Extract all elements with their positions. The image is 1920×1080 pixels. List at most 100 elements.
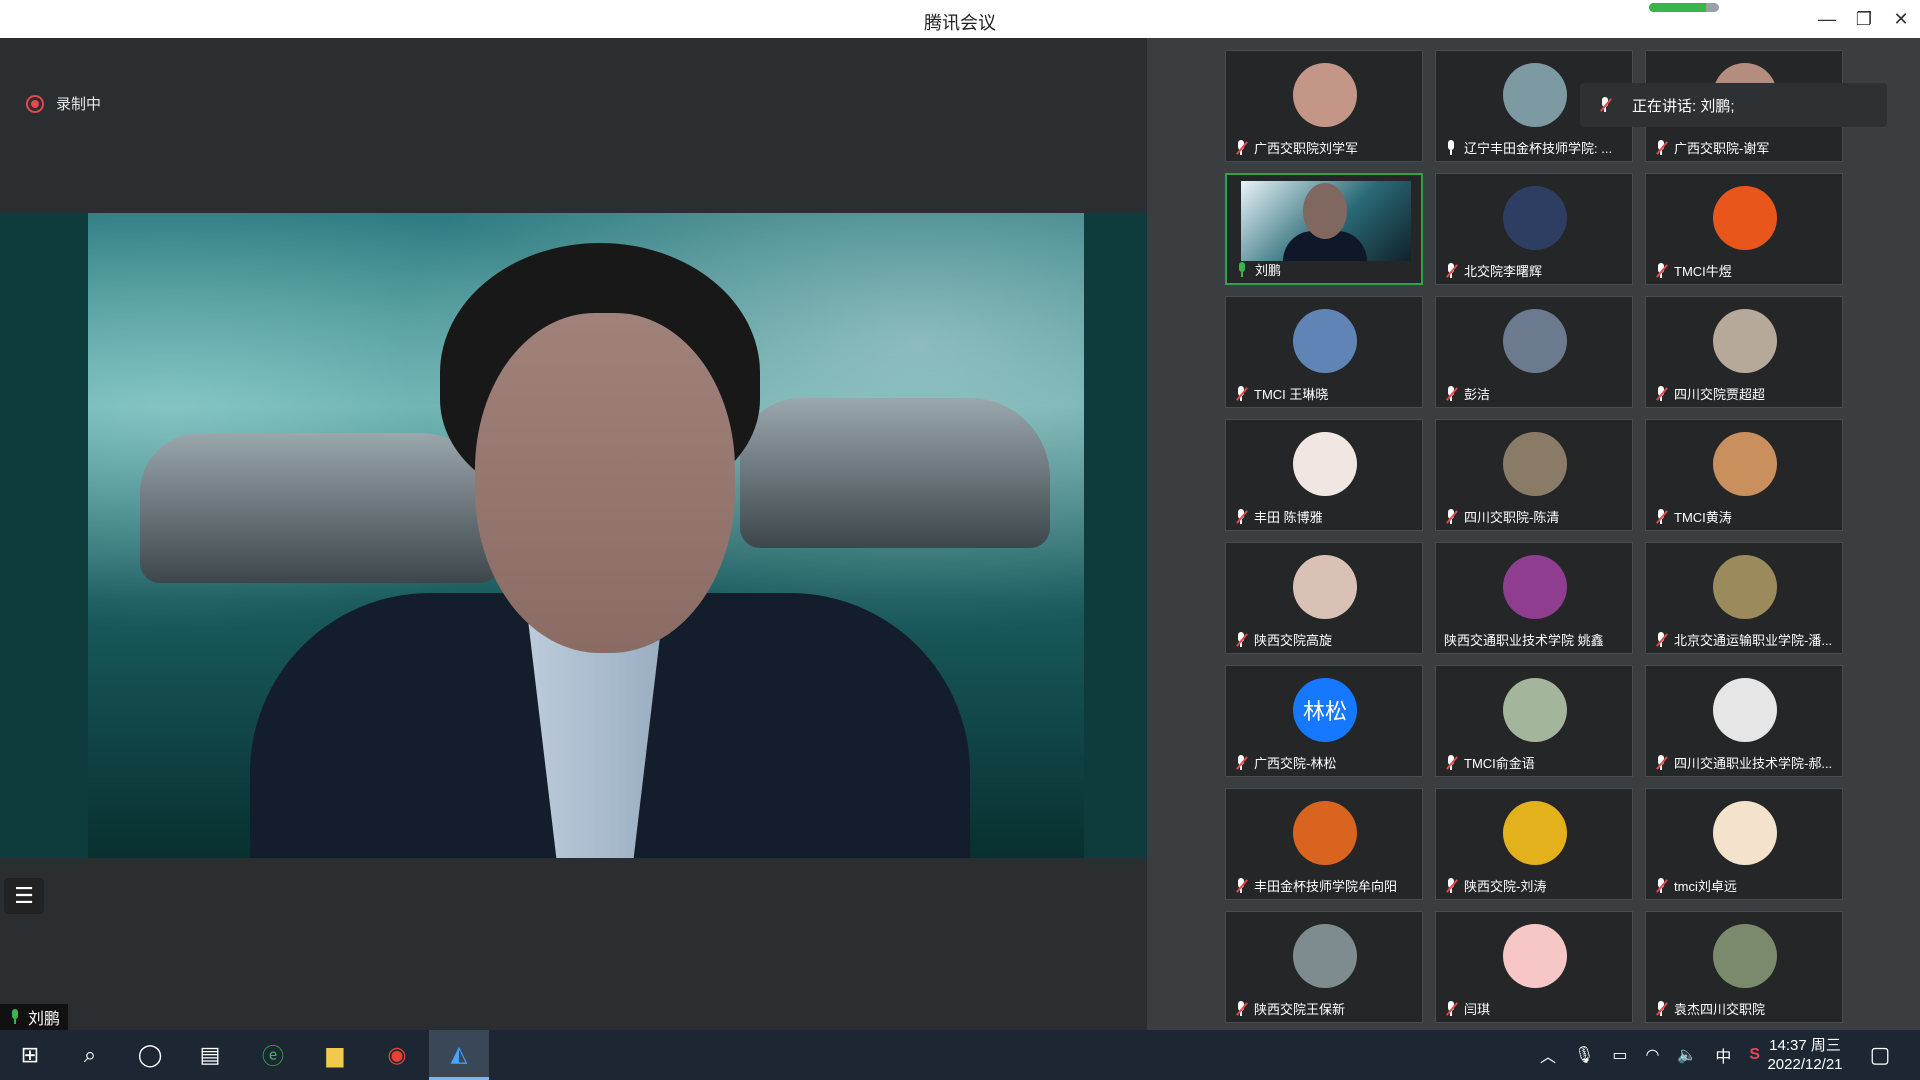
- speaker-video[interactable]: [0, 213, 1147, 858]
- participant-avatar: [1713, 801, 1777, 865]
- muted-microphone-icon: [1598, 97, 1612, 113]
- participant-tile[interactable]: 林松广西交院-林松: [1225, 665, 1423, 777]
- chevron-up-icon[interactable]: ︿: [1540, 1043, 1556, 1067]
- participant-tile[interactable]: 陕西交院王保新: [1225, 911, 1423, 1023]
- participant-avatar: [1713, 309, 1777, 373]
- participant-label: 彭洁: [1444, 384, 1626, 403]
- participant-avatar: [1713, 924, 1777, 988]
- participant-tile[interactable]: 北交院李曙辉: [1435, 173, 1633, 285]
- muted-microphone-icon: [1654, 508, 1668, 525]
- participant-avatar: [1503, 801, 1567, 865]
- muted-microphone-icon: [1654, 1000, 1668, 1017]
- speaking-banner: 正在讲话: 刘鹏;: [1580, 83, 1887, 127]
- participant-name: 广西交院-林松: [1254, 756, 1337, 771]
- chrome-icon[interactable]: ◉: [367, 1030, 427, 1080]
- notification-icon[interactable]: ▢: [1850, 1030, 1910, 1080]
- volume-icon[interactable]: 🔈: [1677, 1045, 1697, 1065]
- active-speaker-name: 刘鹏: [28, 1011, 61, 1028]
- participant-tile[interactable]: TMCI 王琳晓: [1225, 296, 1423, 408]
- search-icon[interactable]: ⌕: [60, 1030, 120, 1080]
- participant-tile[interactable]: 广西交职院刘学军: [1225, 50, 1423, 162]
- participant-label: 丰田 陈博雅: [1234, 507, 1416, 526]
- participant-avatar: [1503, 432, 1567, 496]
- participant-name: 北京交通运输职业学院-潘...: [1674, 633, 1833, 648]
- windows-start-icon[interactable]: ⊞: [0, 1030, 60, 1080]
- muted-microphone-icon: [1654, 385, 1668, 402]
- participant-tile[interactable]: 陕西交院-刘涛: [1435, 788, 1633, 900]
- participant-avatar: [1503, 186, 1567, 250]
- participant-tile[interactable]: 丰田金杯技师学院牟向阳: [1225, 788, 1423, 900]
- participant-tile[interactable]: tmci刘卓远: [1645, 788, 1843, 900]
- participant-name: 北交院李曙辉: [1464, 264, 1543, 279]
- muted-microphone-icon: [1444, 262, 1458, 279]
- participant-label: 四川交职院-陈清: [1444, 507, 1626, 526]
- participant-name: 广西交职院-谢军: [1674, 141, 1770, 156]
- participant-tile[interactable]: TMCI黄涛: [1645, 419, 1843, 531]
- microphone-tray-icon[interactable]: 🎙: [1574, 1045, 1594, 1065]
- participant-label: 广西交院-林松: [1234, 753, 1416, 772]
- browser-icon[interactable]: ⓔ: [243, 1030, 303, 1080]
- network-quality-fill: [1649, 3, 1707, 12]
- cortana-icon[interactable]: ◯: [120, 1030, 180, 1080]
- participant-label: 陕西交院-刘涛: [1444, 876, 1626, 895]
- participant-label: TMCI俞金语: [1444, 753, 1626, 772]
- title-bar: 腾讯会议 — ❐ ✕: [0, 0, 1920, 38]
- participant-name: TMCI俞金语: [1464, 756, 1535, 771]
- ime-indicator[interactable]: 中: [1715, 1043, 1731, 1067]
- close-button[interactable]: ✕: [1886, 4, 1916, 34]
- tencent-meeting-icon[interactable]: ◭: [429, 1030, 489, 1080]
- microphone-icon: [1444, 139, 1458, 156]
- participant-tile[interactable]: 陕西交通职业技术学院 姚鑫: [1435, 542, 1633, 654]
- participant-avatar: [1503, 678, 1567, 742]
- participant-name: tmci刘卓远: [1674, 879, 1737, 894]
- microphone-icon: [8, 1009, 22, 1025]
- participant-tile[interactable]: 北京交通运输职业学院-潘...: [1645, 542, 1843, 654]
- participant-label: 广西交职院刘学军: [1234, 138, 1416, 157]
- video-left-edge: [0, 213, 88, 858]
- list-menu-icon[interactable]: ☰: [4, 878, 44, 914]
- participant-label: 四川交通职业技术学院-郝...: [1654, 753, 1836, 772]
- participant-name: 陕西交院高旋: [1254, 633, 1333, 648]
- speaking-text: 正在讲话: 刘鹏;: [1632, 97, 1735, 115]
- participant-label: 北交院李曙辉: [1444, 261, 1626, 280]
- participant-tile[interactable]: 四川交通职业技术学院-郝...: [1645, 665, 1843, 777]
- muted-microphone-icon: [1444, 385, 1458, 402]
- active-speaker-tag: 刘鹏: [0, 1004, 69, 1030]
- muted-microphone-icon: [1654, 631, 1668, 648]
- sogou-ime-icon[interactable]: S: [1749, 1046, 1760, 1064]
- participant-name: TMCI 王琳晓: [1254, 387, 1329, 402]
- minimize-button[interactable]: —: [1812, 4, 1842, 34]
- participant-tile[interactable]: 闫琪: [1435, 911, 1633, 1023]
- participant-avatar: [1503, 924, 1567, 988]
- participant-tile[interactable]: 彭洁: [1435, 296, 1633, 408]
- participant-name: 袁杰四川交职院: [1674, 1002, 1766, 1017]
- participant-avatar: [1293, 924, 1357, 988]
- participant-avatar: [1293, 801, 1357, 865]
- participant-avatar: [1293, 432, 1357, 496]
- network-quality-bar: [1649, 3, 1719, 12]
- participant-tile[interactable]: 丰田 陈博雅: [1225, 419, 1423, 531]
- speaker-face: [475, 313, 735, 653]
- battery-icon[interactable]: ▭: [1612, 1045, 1627, 1065]
- participant-tile[interactable]: 陕西交院高旋: [1225, 542, 1423, 654]
- participant-tile[interactable]: TMCI牛煜: [1645, 173, 1843, 285]
- participant-name: 丰田金杯技师学院牟向阳: [1254, 879, 1398, 894]
- participant-name: 刘鹏: [1255, 263, 1282, 278]
- file-explorer-icon[interactable]: ▆: [305, 1030, 365, 1080]
- participant-label: 北京交通运输职业学院-潘...: [1654, 630, 1836, 649]
- participant-tile[interactable]: 袁杰四川交职院: [1645, 911, 1843, 1023]
- muted-microphone-icon: [1444, 877, 1458, 894]
- clock[interactable]: 14:37 周三 2022/12/21: [1760, 1036, 1850, 1074]
- restore-button[interactable]: ❐: [1849, 4, 1879, 34]
- wifi-icon[interactable]: ◠: [1645, 1045, 1659, 1065]
- participant-avatar: [1503, 555, 1567, 619]
- participant-tile[interactable]: 四川交院贾超超: [1645, 296, 1843, 408]
- task-view-icon[interactable]: ▤: [180, 1030, 240, 1080]
- participant-tile[interactable]: 刘鹏: [1225, 173, 1423, 285]
- participant-tile[interactable]: TMCI俞金语: [1435, 665, 1633, 777]
- participant-avatar: 林松: [1293, 678, 1357, 742]
- participant-name: 辽宁丰田金杯技师学院: ...: [1464, 141, 1613, 156]
- participant-name: 四川交院贾超超: [1674, 387, 1766, 402]
- participant-label: 四川交院贾超超: [1654, 384, 1836, 403]
- participant-tile[interactable]: 四川交职院-陈清: [1435, 419, 1633, 531]
